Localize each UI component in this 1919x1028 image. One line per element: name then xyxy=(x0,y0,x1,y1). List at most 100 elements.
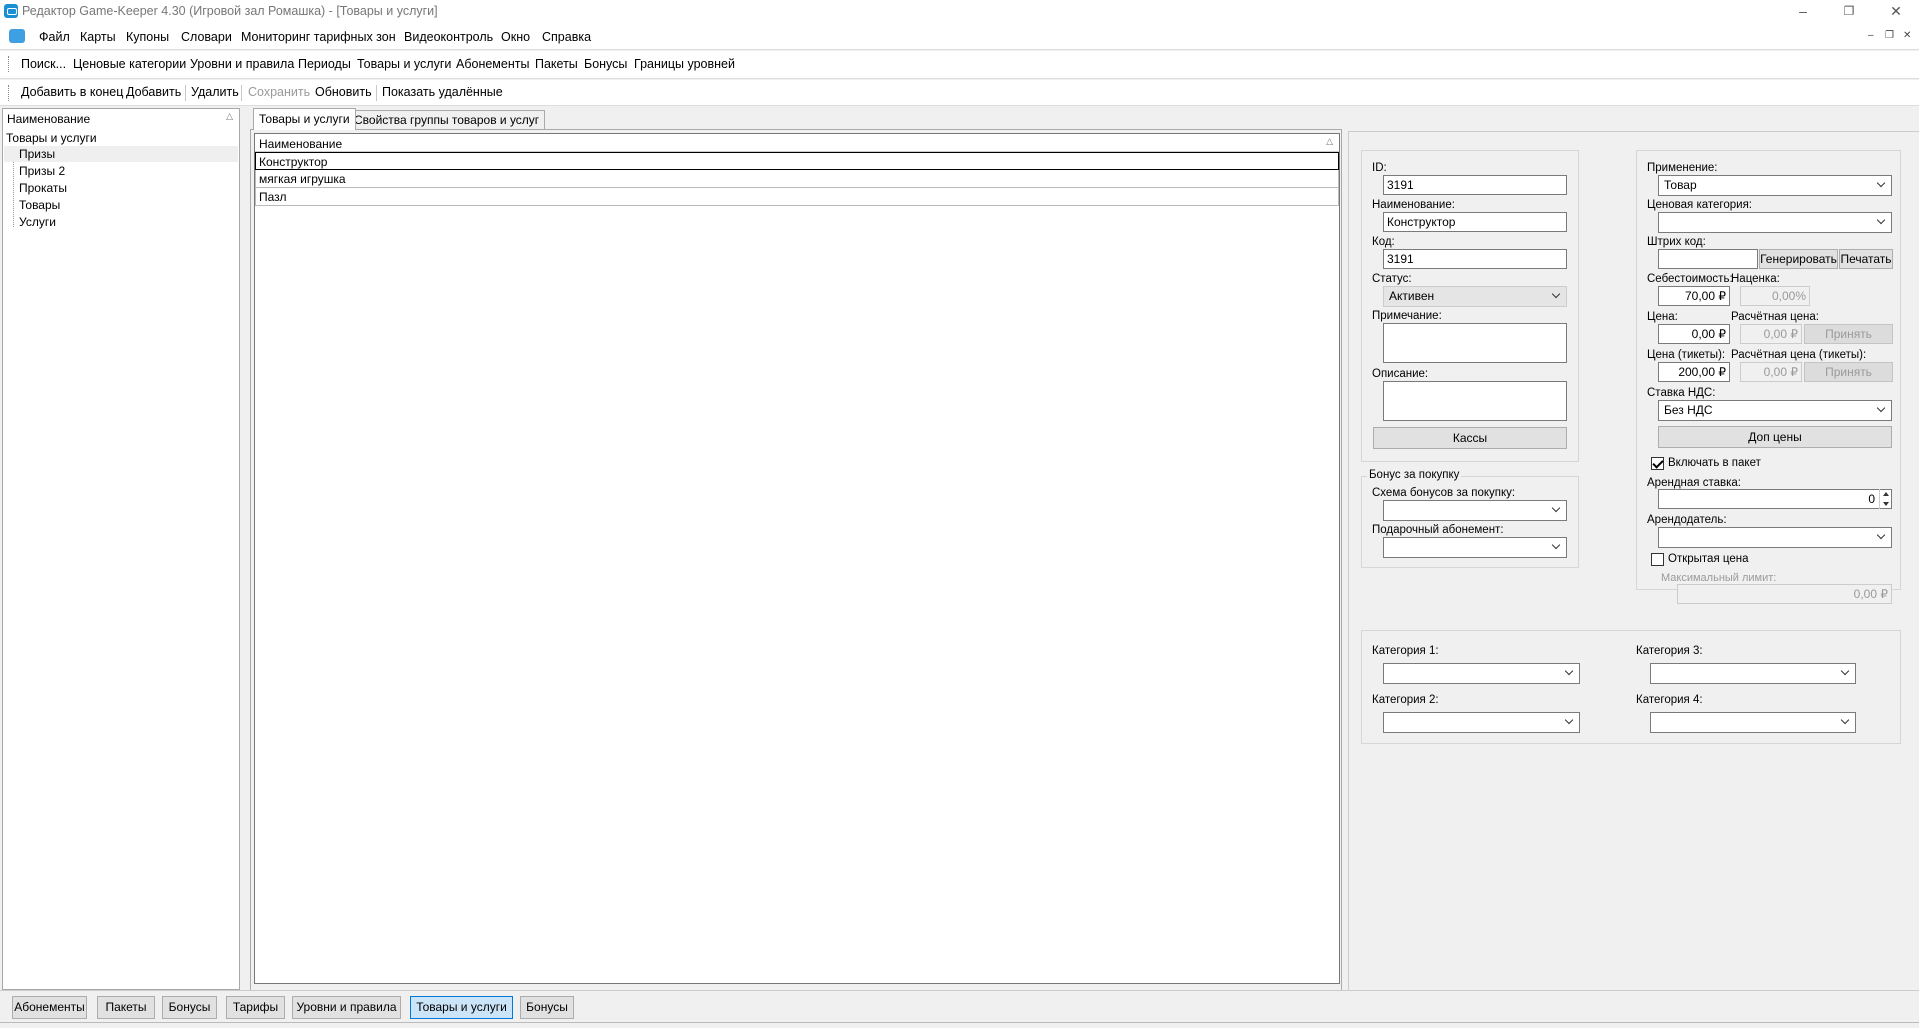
spinner-icon[interactable] xyxy=(1879,489,1891,509)
tab-group-properties[interactable]: Свойства группы товаров и услуг xyxy=(348,110,546,129)
menu-file[interactable]: Файл xyxy=(39,30,70,44)
open-price-checkbox[interactable] xyxy=(1651,553,1664,566)
grid-row[interactable]: Конструктор xyxy=(255,152,1339,170)
nav-search[interactable]: Поиск... xyxy=(21,57,66,71)
restore-button[interactable]: ❐ xyxy=(1826,0,1872,24)
rent-rate-field[interactable]: 0 xyxy=(1658,489,1892,509)
barcode-label: Штрих код: xyxy=(1647,236,1706,248)
nav-subscriptions[interactable]: Абонементы xyxy=(456,57,529,71)
nav-level-bounds[interactable]: Границы уровней xyxy=(634,57,735,71)
menu-dictionaries[interactable]: Словари xyxy=(181,30,232,44)
category-1-select[interactable] xyxy=(1383,663,1580,684)
tree-node-services[interactable]: Услуги xyxy=(19,215,56,229)
show-deleted-button[interactable]: Показать удалённые xyxy=(382,85,503,99)
nav-price-categories[interactable]: Ценовые категории xyxy=(73,57,186,71)
tree-node-prizes[interactable]: Призы xyxy=(19,147,55,161)
chevron-down-icon xyxy=(1842,717,1850,725)
apply-label: Применение: xyxy=(1647,162,1718,174)
generate-button[interactable]: Генерировать xyxy=(1759,249,1838,269)
max-limit-field[interactable]: 0,00 ₽ xyxy=(1677,584,1892,604)
status-select[interactable]: Активен xyxy=(1383,286,1567,307)
minimize-button[interactable]: – xyxy=(1780,0,1826,24)
mdi-close-icon[interactable]: ✕ xyxy=(1903,30,1911,41)
accept-price-button[interactable]: Принять xyxy=(1804,324,1893,344)
menu-cards[interactable]: Карты xyxy=(80,30,116,44)
landlord-select[interactable] xyxy=(1658,527,1892,548)
kassy-button[interactable]: Кассы xyxy=(1373,427,1567,449)
refresh-button[interactable]: Обновить xyxy=(315,85,372,99)
nav-bonuses[interactable]: Бонусы xyxy=(584,57,627,71)
mdi-child-icon[interactable] xyxy=(9,29,25,43)
calc-price-label: Расчётная цена: xyxy=(1731,311,1819,323)
category-3-select[interactable] xyxy=(1650,663,1856,684)
tree-node-prizes-2[interactable]: Призы 2 xyxy=(19,164,65,178)
toolbar-grip-icon[interactable] xyxy=(8,85,10,101)
menu-video[interactable]: Видеоконтроль xyxy=(404,30,493,44)
nav-packages[interactable]: Пакеты xyxy=(535,57,578,71)
window-tab-levels-rules[interactable]: Уровни и правила xyxy=(292,996,401,1019)
markup-label: Наценка: xyxy=(1731,273,1780,285)
bonus-scheme-select[interactable] xyxy=(1383,500,1567,521)
toolbar-grip-icon[interactable] xyxy=(8,56,10,72)
tree-root-node[interactable]: Товары и услуги xyxy=(6,131,97,145)
window-tab-packages[interactable]: Пакеты xyxy=(97,996,155,1019)
price-tickets-field[interactable]: 200,00 ₽ xyxy=(1658,362,1730,382)
mdi-restore-icon[interactable]: ❐ xyxy=(1885,30,1894,41)
price-category-select[interactable] xyxy=(1658,212,1892,233)
window-tab-goods-services[interactable]: Товары и услуги xyxy=(410,996,513,1019)
cost-label: Себестоимость: xyxy=(1647,273,1733,285)
grid-row[interactable]: Пазл xyxy=(255,188,1339,206)
delete-button[interactable]: Удалить xyxy=(191,85,239,99)
grid-header-label: Наименование xyxy=(259,137,343,151)
apply-select[interactable]: Товар xyxy=(1658,175,1892,196)
tree-node-goods[interactable]: Товары xyxy=(19,198,60,212)
window-tab-bonuses[interactable]: Бонусы xyxy=(162,996,217,1019)
nav-levels-rules[interactable]: Уровни и правила xyxy=(190,57,294,71)
window-tab-bonuses-2[interactable]: Бонусы xyxy=(520,996,574,1019)
nav-goods-services[interactable]: Товары и услуги xyxy=(357,57,451,71)
price-field[interactable]: 0,00 ₽ xyxy=(1658,324,1730,344)
cost-field[interactable]: 70,00 ₽ xyxy=(1658,286,1730,306)
window-tab-tariffs[interactable]: Тарифы xyxy=(226,996,285,1019)
tree-header[interactable]: Наименование △ xyxy=(3,109,239,127)
note-textarea[interactable] xyxy=(1383,323,1567,363)
gift-subscription-select[interactable] xyxy=(1383,537,1567,558)
add-end-button[interactable]: Добавить в конец xyxy=(21,85,123,99)
window-tab-subscriptions[interactable]: Абонементы xyxy=(12,996,87,1019)
category-tree[interactable]: Наименование △ Товары и услуги Призы При… xyxy=(2,108,240,990)
print-button[interactable]: Печатать xyxy=(1839,249,1893,269)
calc-price-tickets-field[interactable]: 0,00 ₽ xyxy=(1740,362,1802,382)
markup-field[interactable]: 0,00% xyxy=(1740,286,1810,306)
name-label: Наименование: xyxy=(1372,199,1455,211)
description-textarea[interactable] xyxy=(1383,381,1567,421)
code-label: Код: xyxy=(1372,236,1395,248)
menu-coupons[interactable]: Купоны xyxy=(126,30,169,44)
id-field[interactable]: 3191 xyxy=(1383,175,1567,195)
tree-node-rentals[interactable]: Прокаты xyxy=(19,181,67,195)
vat-select[interactable]: Без НДС xyxy=(1658,400,1892,421)
name-field[interactable]: Конструктор xyxy=(1383,212,1567,232)
bonus-group-title: Бонус за покупку xyxy=(1367,469,1462,481)
grid-row[interactable]: мягкая игрушка xyxy=(255,170,1339,188)
extra-prices-button[interactable]: Доп цены xyxy=(1658,426,1892,448)
nav-periods[interactable]: Периоды xyxy=(298,57,351,71)
category-2-label: Категория 2: xyxy=(1372,694,1439,706)
close-button[interactable]: ✕ xyxy=(1873,0,1919,24)
grid-header[interactable]: Наименование △ xyxy=(255,134,1339,152)
calc-price-field[interactable]: 0,00 ₽ xyxy=(1740,324,1802,344)
add-button[interactable]: Добавить xyxy=(126,85,181,99)
menu-window[interactable]: Окно xyxy=(501,30,530,44)
code-field[interactable]: 3191 xyxy=(1383,249,1567,269)
include-package-checkbox[interactable] xyxy=(1651,457,1664,470)
goods-grid[interactable]: Наименование △ Конструктор мягкая игрушк… xyxy=(254,133,1340,984)
accept-price-tickets-button[interactable]: Принять xyxy=(1804,362,1893,382)
category-4-select[interactable] xyxy=(1650,712,1856,733)
category-2-select[interactable] xyxy=(1383,712,1580,733)
save-button[interactable]: Сохранить xyxy=(248,85,310,99)
barcode-field[interactable] xyxy=(1658,249,1758,269)
menu-help[interactable]: Справка xyxy=(542,30,591,44)
tab-goods-services[interactable]: Товары и услуги xyxy=(253,108,356,130)
mdi-minimize-icon[interactable]: – xyxy=(1868,30,1874,41)
chevron-down-icon xyxy=(1878,180,1886,188)
menu-monitoring[interactable]: Мониторинг тарифных зон xyxy=(241,30,396,44)
